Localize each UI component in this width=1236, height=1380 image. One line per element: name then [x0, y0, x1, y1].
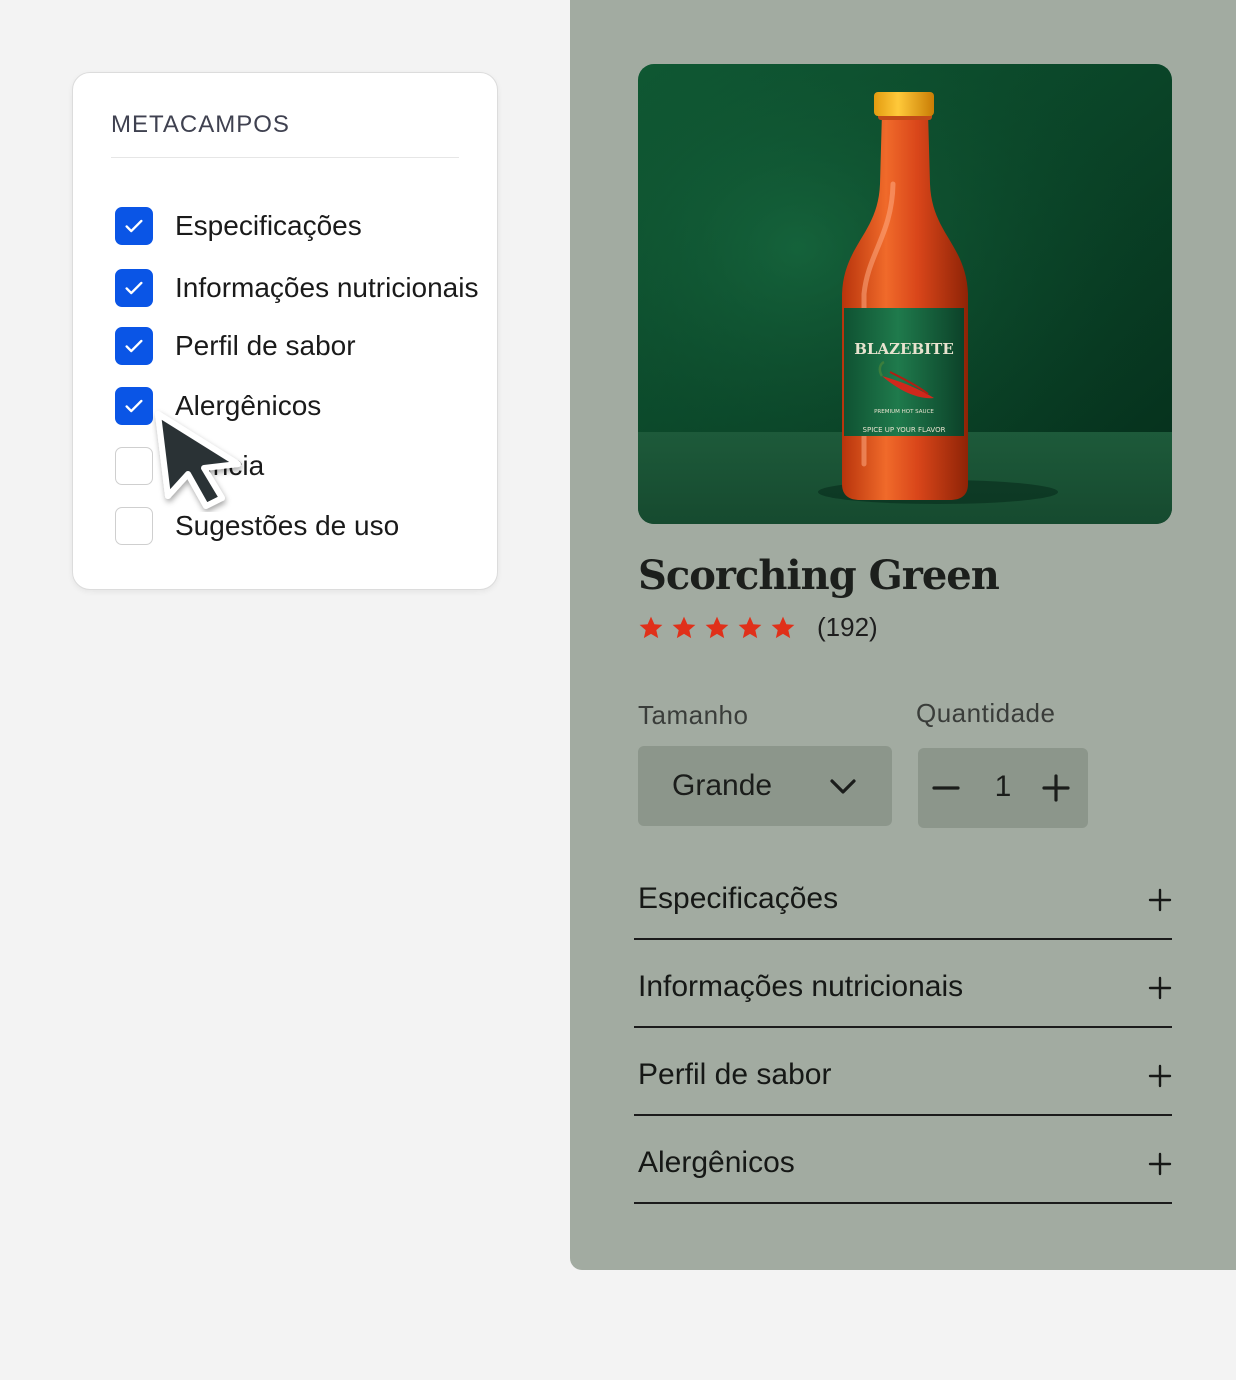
check-icon	[125, 339, 143, 353]
plus-icon[interactable]	[1148, 976, 1172, 1000]
accordion-item-perfil-de-sabor[interactable]: Perfil de sabor	[634, 1028, 1172, 1116]
product-panel: BLAZEBITE PREMIUM HOT SAUCE SPICE UP YOU…	[570, 0, 1236, 1270]
mouse-cursor-icon	[155, 411, 241, 509]
bottle-brand-text: BLAZEBITE	[854, 340, 954, 358]
checkbox-unchecked[interactable]	[115, 447, 153, 485]
accordion-item-informacoes-nutricionais[interactable]: Informações nutricionais	[634, 940, 1172, 1028]
metafield-item-especificacoes[interactable]: Especificações	[115, 207, 362, 245]
size-select[interactable]: Grande	[638, 746, 892, 826]
metafield-item-perfil-de-sabor[interactable]: Perfil de sabor	[115, 327, 356, 365]
checkbox-checked[interactable]	[115, 269, 153, 307]
size-value: Grande	[672, 769, 773, 802]
metafield-item-informacoes-nutricionais[interactable]: Informações nutricionais	[115, 269, 478, 307]
chevron-down-icon	[830, 779, 856, 794]
check-icon	[125, 219, 143, 233]
product-image: BLAZEBITE PREMIUM HOT SAUCE SPICE UP YOU…	[638, 64, 1172, 524]
rating: (192)	[638, 612, 878, 643]
accordion-label: Especificações	[638, 882, 839, 915]
divider	[111, 157, 459, 158]
quantity-label: Quantidade	[916, 698, 1056, 728]
metafield-label: Perfil de sabor	[175, 330, 356, 361]
product-title: Scorching Green	[638, 552, 1000, 599]
product-accordion: Especificações Informações nutricionais …	[634, 852, 1172, 1204]
plus-icon[interactable]	[1148, 1152, 1172, 1176]
star-icon	[771, 616, 795, 638]
accordion-item-especificacoes[interactable]: Especificações	[634, 852, 1172, 940]
plus-icon[interactable]	[1148, 1064, 1172, 1088]
accordion-item-alergenicos[interactable]: Alergênicos	[634, 1116, 1172, 1204]
star-icon	[639, 616, 663, 638]
hot-sauce-bottle-image: BLAZEBITE PREMIUM HOT SAUCE SPICE UP YOU…	[638, 64, 1172, 524]
accordion-label: Alergênicos	[638, 1146, 795, 1179]
checkbox-checked[interactable]	[115, 327, 153, 365]
metafield-label: Especificações	[175, 210, 362, 241]
star-icon	[738, 616, 762, 638]
accordion-label: Perfil de sabor	[638, 1058, 832, 1091]
metafields-title: METACAMPOS	[111, 111, 290, 138]
review-count[interactable]: (192)	[817, 612, 878, 643]
metafield-label: Informações nutricionais	[175, 272, 479, 303]
bottle-tagline-text: SPICE UP YOUR FLAVOR	[863, 426, 946, 434]
quantity-stepper[interactable]: 1	[918, 748, 1088, 828]
checkbox-unchecked[interactable]	[115, 507, 153, 545]
check-icon	[125, 281, 143, 295]
metafield-label: Sugestões de uso	[175, 510, 400, 541]
bottle-subtitle-text: PREMIUM HOT SAUCE	[874, 409, 934, 415]
star-icon	[672, 616, 696, 638]
accordion-label: Informações nutricionais	[638, 970, 964, 1003]
star-icon	[705, 616, 729, 638]
checkbox-checked[interactable]	[115, 387, 153, 425]
size-label: Tamanho	[638, 700, 749, 730]
metafield-item-sugestoes-de-uso[interactable]: Sugestões de uso	[115, 507, 399, 545]
check-icon	[125, 399, 143, 413]
plus-icon[interactable]	[1040, 772, 1072, 804]
checkbox-checked[interactable]	[115, 207, 153, 245]
plus-icon[interactable]	[1148, 888, 1172, 912]
metafields-card: METACAMPOS Especificações Informações nu…	[72, 72, 498, 590]
